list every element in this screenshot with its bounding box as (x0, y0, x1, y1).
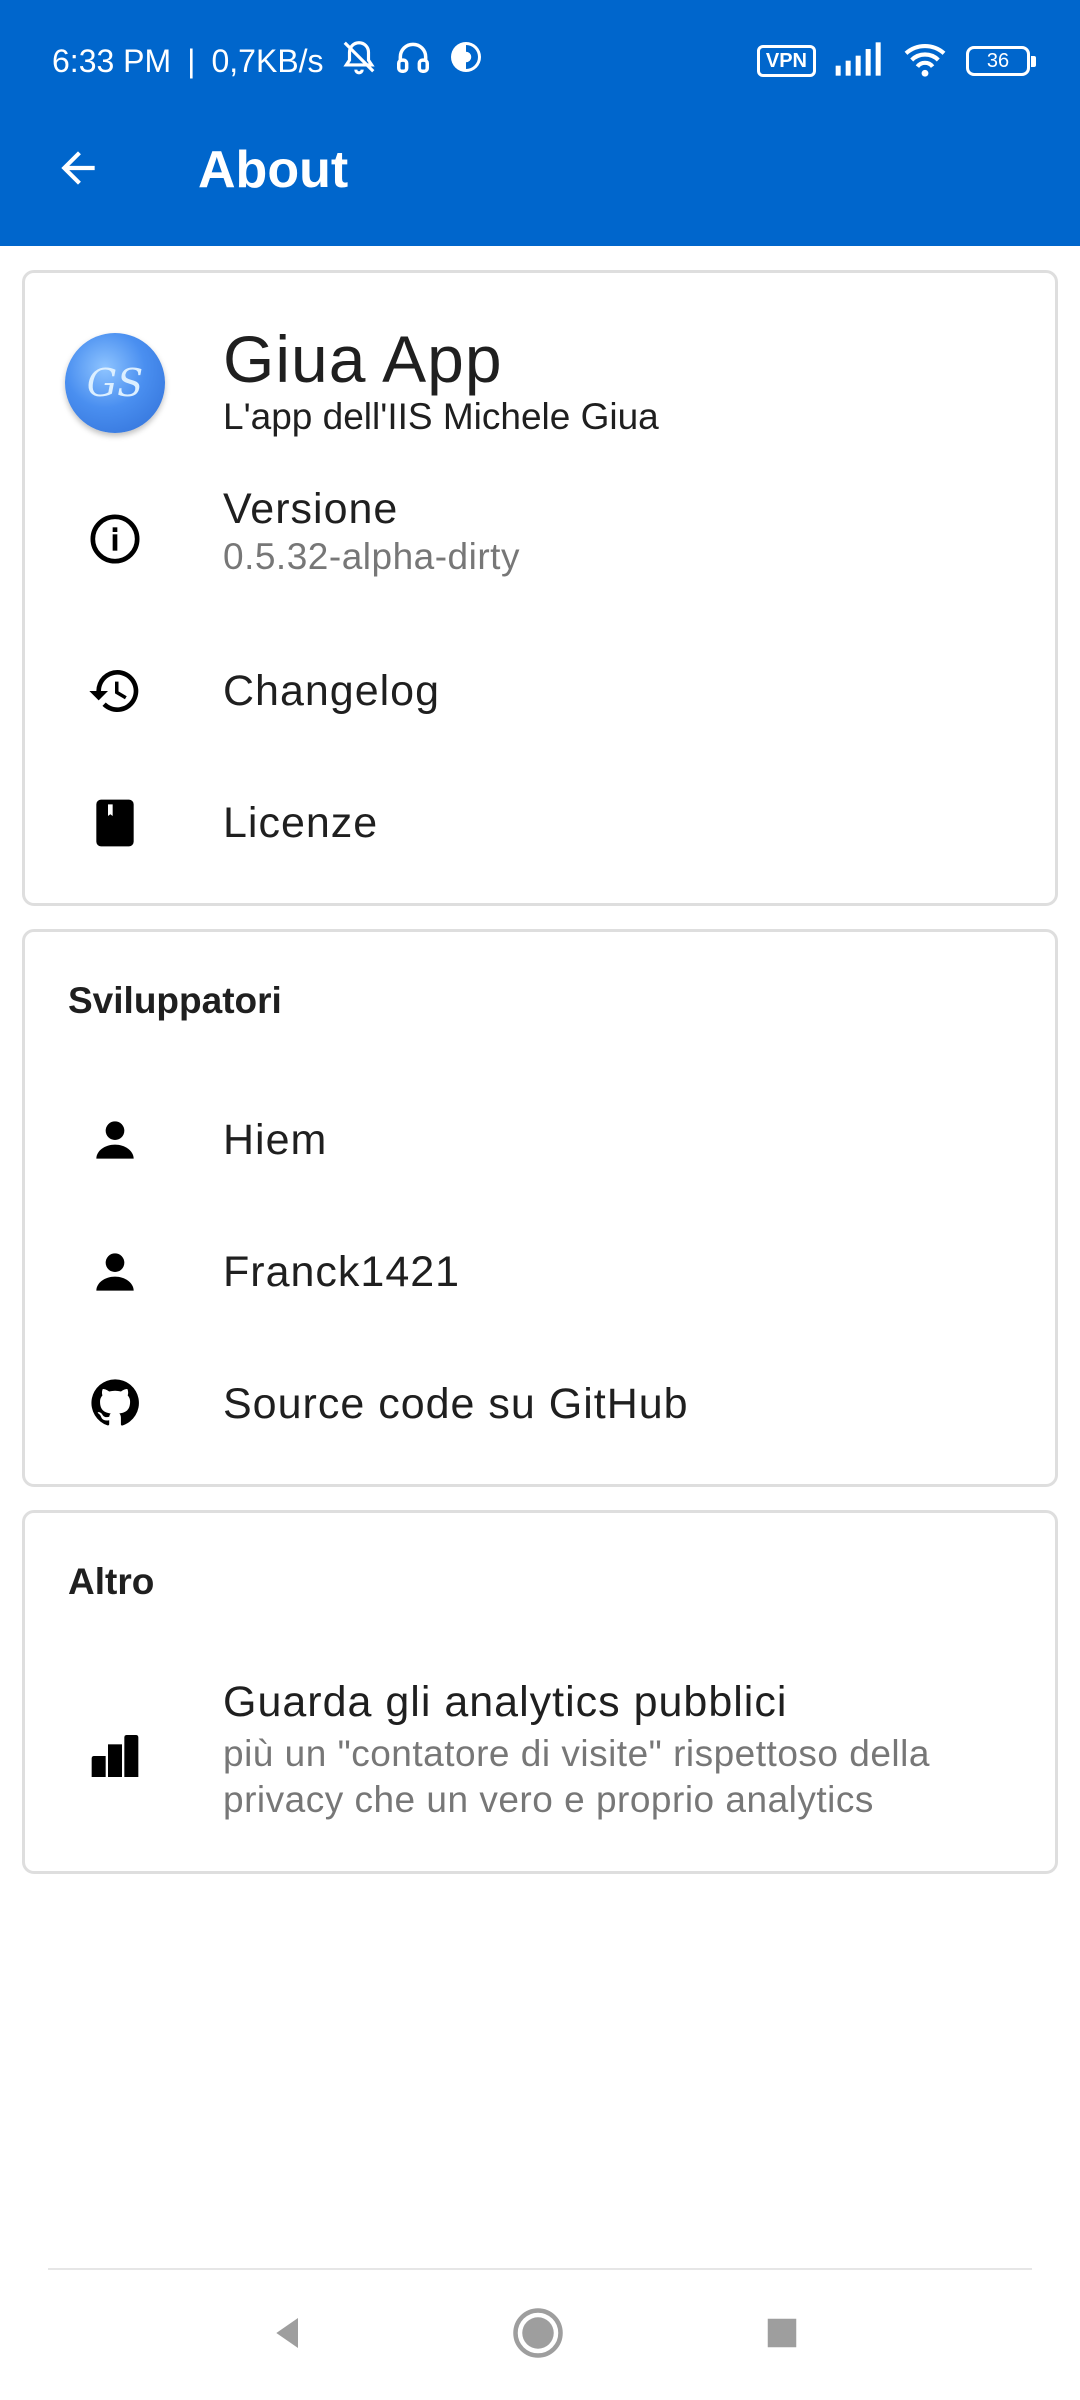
app-bar: 6:33 PM | 0,7KB/s VPN 36 About (0, 0, 1080, 246)
person-icon (87, 1112, 143, 1173)
data-saver-icon (448, 39, 484, 83)
leaderboard-icon (87, 1728, 143, 1789)
person-icon (87, 1244, 143, 1305)
analytics-description: più un "contatore di visite" rispettoso … (223, 1733, 930, 1820)
developer-item-franck1421[interactable]: Franck1421 (25, 1222, 1055, 1322)
app-logo-text: GS (86, 361, 144, 405)
status-time: 6:33 PM (52, 42, 172, 79)
licenses-item[interactable]: Licenze (25, 773, 1055, 873)
signal-icon (834, 41, 884, 81)
status-separator: | (187, 42, 196, 79)
source-code-item[interactable]: Source code su GitHub (25, 1354, 1055, 1454)
back-button[interactable] (48, 140, 108, 200)
book-icon (87, 795, 143, 856)
app-name: Giua App (223, 322, 503, 396)
licenses-label: Licenze (223, 799, 379, 847)
status-net-speed: 0,7KB/s (211, 42, 324, 79)
circle-home-icon (511, 2306, 565, 2365)
analytics-item[interactable]: Guarda gli analytics pubblici più un "co… (25, 1678, 1055, 1838)
info-icon (87, 511, 143, 572)
arrow-back-icon (53, 143, 103, 198)
battery-icon: 36 (966, 46, 1036, 76)
developer-label: Franck1421 (223, 1248, 461, 1296)
other-card: Altro Guarda gli analytics pubblici più … (22, 1510, 1058, 1874)
version-label: Versione (223, 485, 399, 533)
source-code-label: Source code su GitHub (223, 1380, 689, 1428)
status-bar: 6:33 PM | 0,7KB/s VPN 36 (0, 0, 1080, 120)
about-card: GS Giua App L'app dell'IIS Michele Giua … (22, 270, 1058, 906)
app-subtitle: L'app dell'IIS Michele Giua (223, 396, 659, 437)
developers-card: Sviluppatori Hiem Franck1421 Source code… (22, 929, 1058, 1487)
developers-title: Sviluppatori (68, 980, 282, 1021)
version-item[interactable]: Versione 0.5.32-alpha-dirty (25, 485, 1055, 595)
status-right: VPN 36 (756, 38, 1036, 84)
battery-level: 36 (986, 49, 1010, 72)
square-recents-icon (763, 2314, 801, 2357)
github-icon (88, 1376, 142, 1435)
triangle-back-icon (268, 2313, 308, 2358)
changelog-label: Changelog (223, 667, 441, 715)
changelog-item[interactable]: Changelog (25, 641, 1055, 741)
nav-back-button[interactable] (258, 2305, 318, 2365)
wifi-icon (902, 40, 948, 83)
muted-bell-icon (340, 37, 378, 85)
vpn-badge: VPN (756, 45, 816, 77)
app-logo: GS (65, 333, 165, 433)
nav-home-button[interactable] (508, 2305, 568, 2365)
page-title: About (198, 141, 349, 199)
version-value: 0.5.32-alpha-dirty (223, 536, 520, 577)
headphones-icon (394, 37, 432, 85)
other-title: Altro (68, 1561, 155, 1602)
analytics-label: Guarda gli analytics pubblici (223, 1678, 788, 1726)
status-left: 6:33 PM | 0,7KB/s (52, 38, 484, 84)
nav-divider (48, 2268, 1032, 2270)
developer-item-hiem[interactable]: Hiem (25, 1090, 1055, 1190)
developer-label: Hiem (223, 1116, 328, 1164)
nav-recents-button[interactable] (752, 2305, 812, 2365)
history-icon (87, 663, 143, 724)
app-header: GS Giua App L'app dell'IIS Michele Giua (25, 323, 1055, 443)
